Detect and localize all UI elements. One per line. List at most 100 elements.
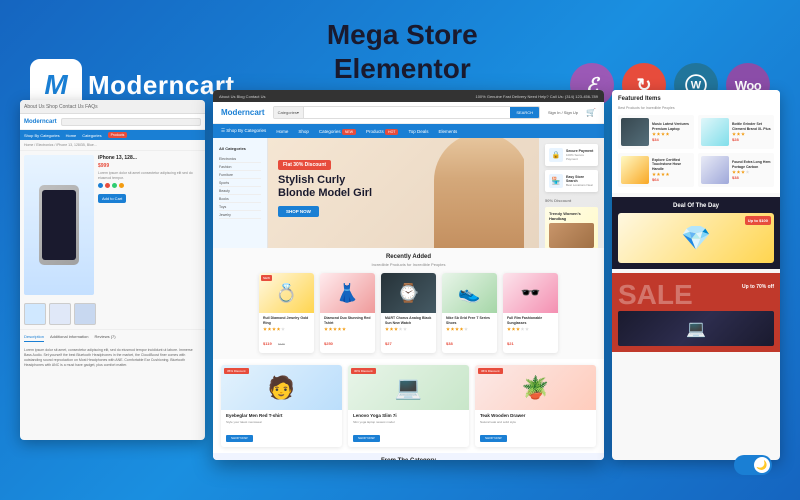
- deal-of-day-image: 💎 Up to $100: [618, 213, 774, 263]
- cat-home[interactable]: Home: [276, 129, 288, 134]
- jewelry-name: Ruil Diamond Jewelry Gold Ring: [263, 316, 310, 325]
- color-yellow[interactable]: [119, 183, 124, 188]
- center-search-bar[interactable]: Categories ▾ SEARCH: [273, 106, 540, 119]
- color-red[interactable]: [105, 183, 110, 188]
- deal-yoga-sub: Slim yoga laptop newest model: [353, 420, 464, 424]
- deal-yoga-btn[interactable]: SHOP NOW: [353, 435, 380, 442]
- tab-description[interactable]: Description: [24, 332, 44, 342]
- feature-store-title: Easy Store Search: [566, 175, 594, 183]
- hero-left-categories: All Categories Electronics Fashion Furni…: [213, 138, 268, 248]
- thumb-2[interactable]: [49, 303, 71, 325]
- s1: [732, 170, 736, 174]
- color-green[interactable]: [112, 183, 117, 188]
- store-icon: 🏪: [549, 174, 563, 188]
- color-blue[interactable]: [98, 183, 103, 188]
- product-card-watch: ⌚ MART Chorus Analog Black Sun New Watch: [381, 273, 436, 353]
- watch-name: MART Chorus Analog Black Sun New Watch: [385, 316, 432, 325]
- feat-suitcase: Found Extra Long Hem Portage Carbon $38: [698, 153, 774, 187]
- bottle-price: $28: [732, 137, 771, 142]
- lamp-image: [621, 156, 649, 184]
- hero-shop-now-button[interactable]: SHOP NOW: [278, 206, 319, 217]
- hero-discount-badge: Flat 30% Discount: [278, 160, 331, 170]
- cat-fashion[interactable]: Fashion: [219, 163, 261, 171]
- product-details: iPhone 13, 128... $999 Lorem ipsum dolor…: [98, 155, 201, 295]
- sale-discount: Up to 70% off: [742, 284, 774, 290]
- left-logo: Moderncart: [24, 119, 57, 125]
- featured-section: Featured Items Best Products for Incredi…: [612, 90, 780, 193]
- add-to-cart-button[interactable]: Add to Cart: [98, 194, 126, 203]
- deal-teak-btn[interactable]: SHOP NOW: [480, 435, 507, 442]
- dark-mode-toggle[interactable]: 🌙: [734, 455, 772, 475]
- teak-deal-image: 36% Discount 🪴: [475, 365, 596, 410]
- cart-icon[interactable]: 🛒: [586, 108, 596, 117]
- cat-furniture[interactable]: Furniture: [219, 171, 261, 179]
- teak-tag: 36% Discount: [478, 368, 503, 374]
- tab-additional-info[interactable]: Additional information: [50, 332, 88, 342]
- clothing-stars: [324, 327, 371, 331]
- product-price: $999: [98, 163, 201, 169]
- cat-categories[interactable]: Categories NEW: [319, 129, 356, 134]
- clothing-info: Diamond Duo Stunning Red Tshirt $250: [320, 313, 375, 353]
- star5: [464, 327, 468, 331]
- products-row: NEW 💍 Ruil Diamond Jewelry Gold Ring: [221, 273, 596, 353]
- thumb-1[interactable]: [24, 303, 46, 325]
- cat-electronics[interactable]: Electronics: [219, 155, 261, 163]
- watch-icon: ⌚: [397, 283, 419, 304]
- cat-products[interactable]: Products HOT: [366, 129, 398, 134]
- laptop-price: $34: [652, 137, 691, 142]
- tab-reviews[interactable]: Reviews (7): [94, 332, 115, 342]
- suitcase-stars: [732, 170, 771, 174]
- yoga-tag: 30% Discount: [351, 368, 376, 374]
- screenshot-left: About Us Shop Contact Us FAQs Moderncart…: [20, 100, 205, 440]
- star3: [272, 327, 276, 331]
- featured-products-grid: Music Latest Ventures Premium Laptop $34: [618, 115, 774, 187]
- cat-shop[interactable]: Shop: [298, 129, 309, 134]
- cat-shop-by[interactable]: ☰ Shop By Categories: [221, 128, 266, 134]
- watch-price: $27: [385, 341, 392, 346]
- cat-beauty[interactable]: Beauty: [219, 187, 261, 195]
- shoes-stars: [446, 327, 493, 331]
- dark-mode-toggle-area: 🌙: [734, 455, 772, 475]
- cat-sports[interactable]: Sports: [219, 179, 261, 187]
- star3: [455, 327, 459, 331]
- thumb-3[interactable]: [74, 303, 96, 325]
- glasses-icon: 🕶️: [521, 283, 541, 303]
- cat-elements[interactable]: Elements: [438, 129, 457, 134]
- star2: [451, 327, 455, 331]
- laptop-name: Music Latest Ventures Premium Laptop: [652, 122, 691, 131]
- hero-model-silhouette: [434, 138, 524, 248]
- center-topbar: About Us Blog Contact Us 100% Genuine Fa…: [213, 90, 604, 102]
- feat-lamp: Explore Certified Touchstone Hose Handle…: [618, 153, 694, 187]
- lamp-info: Explore Certified Touchstone Hose Handle…: [652, 158, 691, 183]
- cat-jewelry[interactable]: Jewelry: [219, 211, 261, 219]
- topbar-right: 100% Genuine Fast Delivery Need Help? Ca…: [475, 94, 598, 99]
- star5: [525, 327, 529, 331]
- suitcase-info: Found Extra Long Hem Portage Carbon $38: [732, 160, 771, 180]
- from-cat-title: From The Category: [221, 458, 596, 460]
- cat-books[interactable]: Books: [219, 195, 261, 203]
- star1: [446, 327, 450, 331]
- screenshot-center: About Us Blog Contact Us 100% Genuine Fa…: [213, 90, 604, 460]
- deal-headphones-btn[interactable]: SHOP NOW: [226, 435, 253, 442]
- jewelry-old-price: $179: [278, 342, 285, 346]
- search-category-select[interactable]: Categories ▾: [274, 107, 304, 118]
- feature-easy-store: 🏪 Easy Store Search Best Locations Near: [545, 170, 598, 192]
- cat-top-deals[interactable]: Top Deals: [408, 129, 428, 134]
- bottle-stars: [732, 132, 771, 136]
- left-cat-item: Shop By Categories: [24, 133, 60, 138]
- cat-toys[interactable]: Toys: [219, 203, 261, 211]
- product-tabs: Description Additional information Revie…: [20, 329, 205, 344]
- deal-of-day-title: Deal Of The Day: [618, 203, 774, 209]
- sign-in-link[interactable]: Sign In / Sign Up: [548, 110, 578, 115]
- star1: [263, 327, 267, 331]
- star3: [394, 327, 398, 331]
- left-search[interactable]: [61, 118, 201, 126]
- watch-image: ⌚: [381, 273, 436, 313]
- clothing-price: $250: [324, 341, 333, 346]
- sofa-image: [549, 223, 594, 248]
- deal-jewelry-icon: 💎: [681, 224, 711, 253]
- phone-image: [39, 185, 79, 265]
- search-button[interactable]: SEARCH: [510, 107, 539, 118]
- hero-main: Flat 30% Discount Stylish Curly Blonde M…: [268, 138, 539, 248]
- center-navbar: Moderncart Categories ▾ SEARCH Sign In /…: [213, 102, 604, 124]
